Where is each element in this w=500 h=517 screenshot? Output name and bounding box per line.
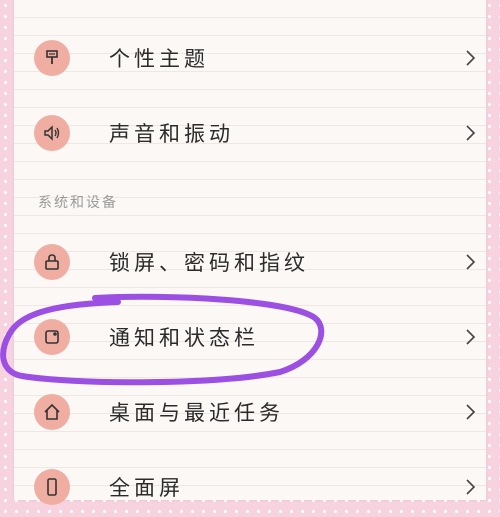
settings-item-label: 声音和振动 bbox=[109, 122, 234, 146]
notification-icon bbox=[34, 319, 70, 355]
settings-item-label: 锁屏、密码和指纹 bbox=[109, 251, 309, 275]
settings-item-label: 桌面与最近任务 bbox=[109, 401, 284, 425]
settings-list: 个性主题 声音和振动 系统和设备 锁屏、密码和指纹 通知和状态栏 桌面与最近任务 bbox=[14, 0, 486, 505]
settings-item-notifications[interactable]: 通知和状态栏 bbox=[14, 307, 486, 367]
lock-icon bbox=[34, 244, 70, 280]
home-icon bbox=[34, 394, 70, 430]
settings-item-sound[interactable]: 声音和振动 bbox=[14, 103, 486, 163]
settings-item-label: 全面屏 bbox=[109, 476, 184, 500]
section-title: 系统和设备 bbox=[38, 195, 118, 211]
settings-item-label: 通知和状态栏 bbox=[109, 326, 259, 350]
settings-item-label: 个性主题 bbox=[109, 47, 209, 71]
chevron-right-icon bbox=[466, 50, 476, 66]
settings-item-fullscreen[interactable]: 全面屏 bbox=[14, 457, 486, 517]
chevron-right-icon bbox=[466, 404, 476, 420]
chevron-right-icon bbox=[466, 125, 476, 141]
chevron-right-icon bbox=[466, 329, 476, 345]
speaker-icon bbox=[34, 115, 70, 151]
settings-item-lockscreen[interactable]: 锁屏、密码和指纹 bbox=[14, 232, 486, 292]
chevron-right-icon bbox=[466, 479, 476, 495]
settings-item-desktop[interactable]: 桌面与最近任务 bbox=[14, 382, 486, 442]
settings-item-theme[interactable]: 个性主题 bbox=[14, 28, 486, 88]
brush-icon bbox=[34, 40, 70, 76]
chevron-right-icon bbox=[466, 254, 476, 270]
